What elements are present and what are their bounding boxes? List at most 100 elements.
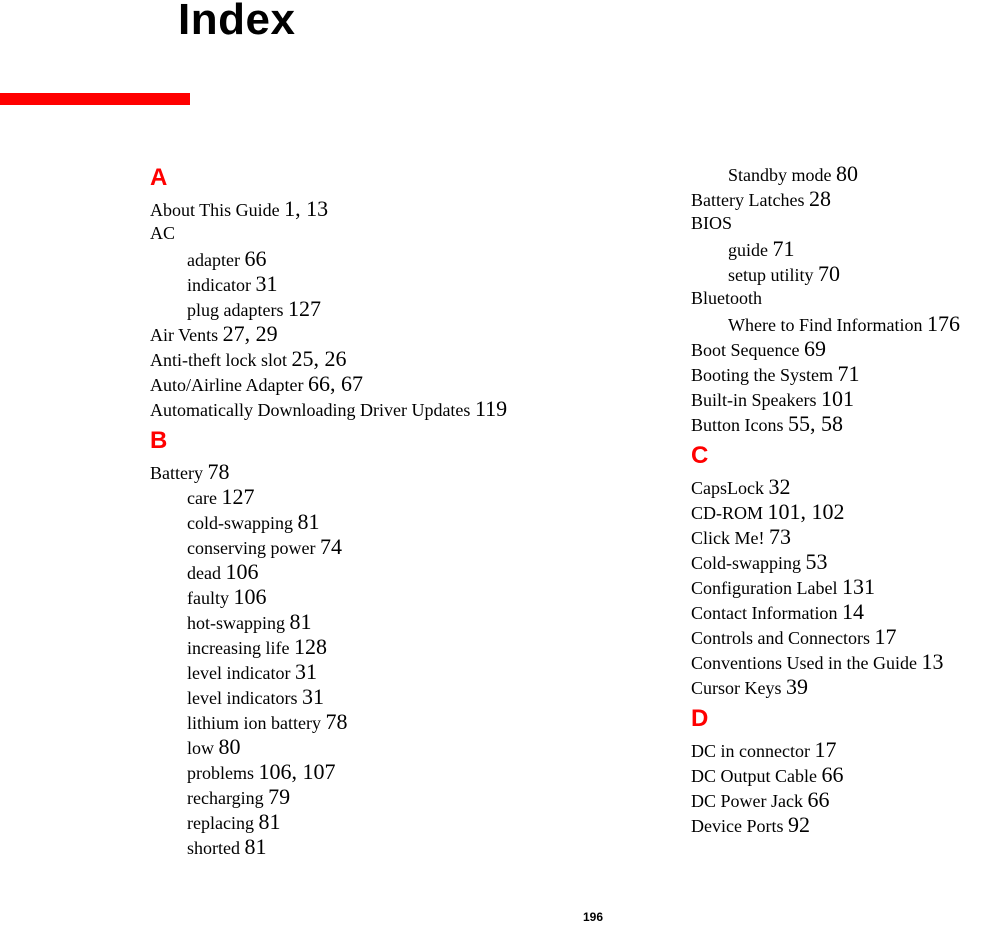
- index-entry: DC in connector 17: [691, 737, 960, 762]
- index-term: indicator: [187, 275, 251, 295]
- index-page-refs[interactable]: 106: [234, 584, 267, 609]
- index-term: replacing: [187, 813, 254, 833]
- index-term: Standby mode: [728, 165, 832, 185]
- index-term: Cursor Keys: [691, 678, 782, 698]
- index-page-refs[interactable]: 101: [821, 386, 854, 411]
- index-page-refs[interactable]: 53: [806, 549, 828, 574]
- index-page-refs[interactable]: 79: [268, 784, 290, 809]
- index-entry: DC Output Cable 66: [691, 762, 960, 787]
- index-entry: Battery Latches 28: [691, 186, 960, 211]
- index-letter-heading: A: [150, 164, 168, 191]
- index-term: Contact Information: [691, 603, 838, 623]
- index-page-refs[interactable]: 39: [786, 674, 808, 699]
- index-page-refs[interactable]: 70: [818, 261, 840, 286]
- index-page-refs[interactable]: 31: [302, 684, 324, 709]
- index-term: low: [187, 738, 214, 758]
- index-term: faulty: [187, 588, 229, 608]
- index-page-refs[interactable]: 127: [288, 296, 321, 321]
- index-term: Air Vents: [150, 325, 219, 345]
- index-subentry: problems 106, 107: [150, 759, 507, 784]
- index-page-refs[interactable]: 81: [258, 809, 280, 834]
- index-page-refs[interactable]: 80: [219, 734, 241, 759]
- index-page-refs[interactable]: 131: [842, 574, 875, 599]
- index-page-refs[interactable]: 101, 102: [768, 499, 845, 524]
- index-page-refs[interactable]: 81: [297, 509, 319, 534]
- index-term: Device Ports: [691, 816, 784, 836]
- index-page-refs[interactable]: 80: [836, 161, 858, 186]
- index-page-refs[interactable]: 28: [809, 186, 831, 211]
- index-page-refs[interactable]: 66: [244, 246, 266, 271]
- index-page-refs[interactable]: 17: [814, 737, 836, 762]
- index-page-refs[interactable]: 25, 26: [291, 346, 346, 371]
- index-page-refs[interactable]: 66, 67: [308, 371, 363, 396]
- index-page-refs[interactable]: 81: [245, 834, 267, 859]
- index-entry: Boot Sequence 69: [691, 336, 960, 361]
- index-term: DC Output Cable: [691, 766, 817, 786]
- index-page-refs[interactable]: 127: [221, 484, 254, 509]
- index-page-refs[interactable]: 14: [842, 599, 864, 624]
- index-entry: Anti-theft lock slot 25, 26: [150, 346, 507, 371]
- index-entry: About This Guide 1, 13: [150, 196, 507, 221]
- index-entry: Button Icons 55, 58: [691, 411, 960, 436]
- index-subentry: level indicators 31: [150, 684, 507, 709]
- index-entry: Air Vents 27, 29: [150, 321, 507, 346]
- index-page-refs[interactable]: 13: [921, 649, 943, 674]
- index-page-refs[interactable]: 69: [804, 336, 826, 361]
- index-subentry: replacing 81: [150, 809, 507, 834]
- index-page-refs[interactable]: 31: [295, 659, 317, 684]
- index-term: CD-ROM: [691, 503, 764, 523]
- index-subentry: care 127: [150, 484, 507, 509]
- index-page-refs[interactable]: 31: [255, 271, 277, 296]
- index-page-refs[interactable]: 32: [768, 474, 790, 499]
- index-page-refs[interactable]: 78: [207, 459, 229, 484]
- index-term: Bluetooth: [691, 288, 762, 308]
- index-page-refs[interactable]: 128: [294, 634, 327, 659]
- index-column-right: Standby mode 80 Battery Latches 28 BIOS gui…: [691, 161, 960, 837]
- index-page-refs[interactable]: 176: [927, 311, 960, 336]
- index-subentry: guide 71: [691, 236, 960, 261]
- index-subentry: indicator 31: [150, 271, 507, 296]
- index-term: problems: [187, 763, 254, 783]
- index-letter-heading: D: [691, 705, 709, 732]
- index-term: level indicator: [187, 663, 291, 683]
- index-term: Automatically Downloading Driver Updates: [150, 400, 471, 420]
- index-page-refs[interactable]: 71: [773, 236, 795, 261]
- index-page-refs[interactable]: 71: [838, 361, 860, 386]
- index-page-refs[interactable]: 66: [822, 762, 844, 787]
- index-entry: Booting the System 71: [691, 361, 960, 386]
- index-term: Auto/Airline Adapter: [150, 375, 304, 395]
- index-term: Booting the System: [691, 365, 834, 385]
- index-page-refs[interactable]: 106, 107: [259, 759, 336, 784]
- index-letter-heading: C: [691, 442, 709, 469]
- index-term: care: [187, 488, 217, 508]
- index-entry: Cursor Keys 39: [691, 674, 960, 699]
- index-page-refs[interactable]: 78: [325, 709, 347, 734]
- index-subentry: increasing life 128: [150, 634, 507, 659]
- index-term: Boot Sequence: [691, 340, 800, 360]
- index-subentry: plug adapters 127: [150, 296, 507, 321]
- index-page-refs[interactable]: 1, 13: [284, 196, 328, 221]
- index-entry: Battery 78: [150, 459, 507, 484]
- index-term: Battery Latches: [691, 190, 805, 210]
- index-entry: DC Power Jack 66: [691, 787, 960, 812]
- index-page-refs[interactable]: 92: [788, 812, 810, 837]
- index-page-refs[interactable]: 106: [225, 559, 258, 584]
- index-page-refs[interactable]: 17: [874, 624, 896, 649]
- index-term: Built-in Speakers: [691, 390, 817, 410]
- index-term: increasing life: [187, 638, 290, 658]
- index-page-refs[interactable]: 81: [290, 609, 312, 634]
- index-page-refs[interactable]: 74: [320, 534, 342, 559]
- index-page-refs[interactable]: 27, 29: [223, 321, 278, 346]
- index-entry: Auto/Airline Adapter 66, 67: [150, 371, 507, 396]
- index-subentry: lithium ion battery 78: [150, 709, 507, 734]
- index-page-refs[interactable]: 119: [475, 396, 507, 421]
- index-subentry: level indicator 31: [150, 659, 507, 684]
- index-column-left: A About This Guide 1, 13 AC adapter 66 indic…: [150, 164, 507, 859]
- index-page-refs[interactable]: 73: [769, 524, 791, 549]
- index-entry: Controls and Connectors 17: [691, 624, 960, 649]
- index-subentry: adapter 66: [150, 246, 507, 271]
- index-page-refs[interactable]: 55, 58: [788, 411, 843, 436]
- index-entry: Configuration Label 131: [691, 574, 960, 599]
- title-accent-bar: [0, 93, 190, 105]
- index-page-refs[interactable]: 66: [807, 787, 829, 812]
